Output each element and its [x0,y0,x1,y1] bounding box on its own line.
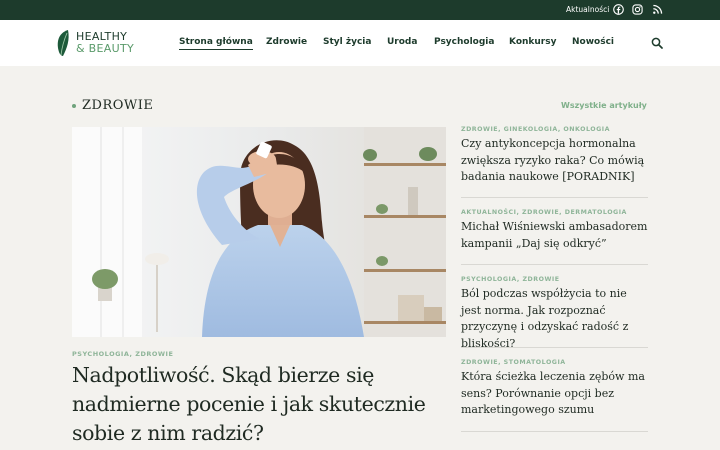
side-article-tags[interactable]: ZDROWIE, GINEKOLOGIA, ONKOLOGIA [461,126,648,133]
side-article-3[interactable]: PSYCHOLOGIA, ZDROWIE Ból podczas współży… [461,276,648,352]
search-icon[interactable] [651,37,663,49]
all-articles-link[interactable]: Wszystkie artykuły [561,101,647,110]
divider [461,347,648,348]
top-news-link[interactable]: Aktualności [566,5,609,14]
side-article-tags[interactable]: ZDROWIE, STOMATOLOGIA [461,359,648,366]
site-header: HEALTHY & BEAUTY Strona główna Zdrowie S… [0,20,720,66]
instagram-icon[interactable] [632,4,643,15]
featured-title[interactable]: Nadpotliwość. Skąd bierze się nadmierne … [72,361,432,448]
nav-beauty[interactable]: Uroda [387,37,417,47]
divider [461,197,648,198]
nav-health[interactable]: Zdrowie [266,37,307,47]
leaf-icon [57,30,69,56]
side-article-2[interactable]: AKTUALNOŚCI, ZDROWIE, DERMATOLOGIA Micha… [461,209,648,252]
brand-logo[interactable]: HEALTHY & BEAUTY [55,28,155,58]
side-article-title[interactable]: Która ścieżka leczenia zębów ma sens? Po… [461,369,648,419]
divider [461,431,648,432]
brand-line-2: & BEAUTY [76,42,134,55]
nav-news[interactable]: Nowości [572,37,614,47]
featured-tags[interactable]: PSYCHOLOGIA, ZDROWIE [72,350,173,358]
nav-contests[interactable]: Konkursy [509,37,556,47]
nav-lifestyle[interactable]: Styl życia [323,37,371,47]
divider [461,264,648,265]
side-article-title[interactable]: Michał Wiśniewski ambasadorem kampanii „… [461,219,648,252]
top-bar: Aktualności [0,0,720,20]
nav-psychology[interactable]: Psychologia [434,37,494,47]
side-article-title[interactable]: Czy antykoncepcja hormonalna zwiększa ry… [461,136,648,186]
rss-icon[interactable] [652,4,663,15]
side-article-tags[interactable]: AKTUALNOŚCI, ZDROWIE, DERMATOLOGIA [461,209,648,216]
side-article-1[interactable]: ZDROWIE, GINEKOLOGIA, ONKOLOGIA Czy anty… [461,126,648,186]
side-article-tags[interactable]: PSYCHOLOGIA, ZDROWIE [461,276,648,283]
side-article-4[interactable]: ZDROWIE, STOMATOLOGIA Która ścieżka lecz… [461,359,648,419]
facebook-icon[interactable] [613,4,624,15]
section-bullet [72,104,76,108]
section-title: ZDROWIE [82,98,154,113]
side-article-title[interactable]: Ból podczas współżycia to nie jest norma… [461,286,648,352]
nav-home[interactable]: Strona główna [179,37,253,50]
featured-article-image[interactable] [72,127,446,337]
featured-photo [72,127,446,337]
